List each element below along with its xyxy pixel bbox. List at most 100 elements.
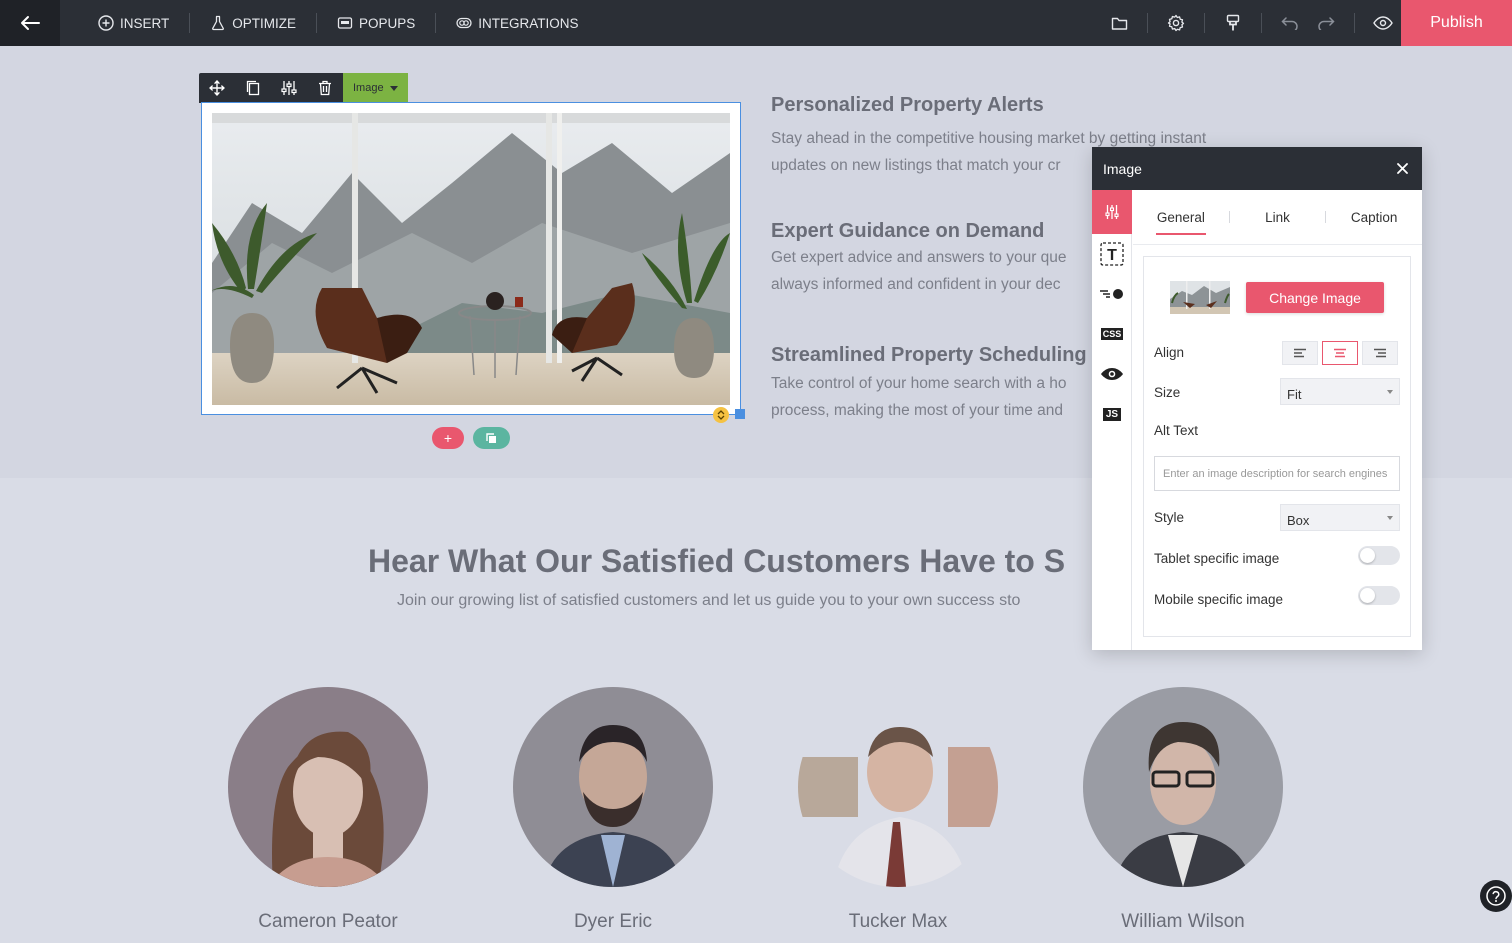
popups-button[interactable]: POPUPS: [317, 13, 437, 33]
add-element-button[interactable]: +: [432, 427, 464, 449]
side-animation[interactable]: [1092, 274, 1132, 314]
style-value: Box: [1287, 513, 1310, 528]
copy-icon: [246, 80, 260, 96]
feature-text-line: always informed and confident in your de…: [771, 276, 1061, 293]
size-select[interactable]: Fit: [1280, 378, 1400, 405]
tab-caption[interactable]: Caption: [1326, 190, 1422, 245]
panel-title: Image: [1103, 160, 1142, 177]
mobile-image-toggle[interactable]: [1358, 586, 1400, 605]
side-settings[interactable]: [1092, 190, 1132, 234]
align-right-button[interactable]: [1362, 341, 1398, 365]
side-visibility[interactable]: [1092, 354, 1132, 394]
integrations-icon: [456, 17, 472, 29]
optimize-button[interactable]: OPTIMIZE: [190, 13, 318, 33]
plus-circle-icon: [98, 15, 114, 31]
animation-icon: [1100, 289, 1123, 299]
undo-button[interactable]: [1272, 0, 1308, 46]
align-label: Align: [1154, 345, 1185, 360]
feature-title: Streamlined Property Scheduling: [771, 344, 1087, 366]
side-js[interactable]: JS: [1092, 394, 1132, 434]
height-resize-handle[interactable]: [713, 407, 729, 423]
style-select[interactable]: Box: [1280, 504, 1400, 531]
folder-icon: [1111, 17, 1127, 30]
copy-button[interactable]: [235, 73, 271, 103]
publish-button[interactable]: Publish: [1401, 0, 1512, 46]
js-icon: JS: [1102, 407, 1122, 421]
align-left-icon: [1294, 348, 1306, 358]
caret-down-icon: [1387, 516, 1393, 520]
redo-button[interactable]: [1308, 0, 1344, 46]
customer-name: Tucker Max: [848, 911, 948, 932]
delete-button[interactable]: [307, 73, 343, 103]
eye-icon: [1101, 368, 1123, 380]
room-photo: [212, 113, 730, 405]
topbar-nav: INSERT OPTIMIZE POPUPS INTEGRATIONS: [60, 0, 599, 46]
tab-link[interactable]: Link: [1230, 190, 1326, 245]
align-right-icon: [1374, 348, 1386, 358]
eye-icon: [1373, 16, 1393, 30]
insert-button[interactable]: INSERT: [78, 13, 191, 33]
insert-label: INSERT: [120, 15, 170, 31]
align-center-button[interactable]: [1322, 341, 1358, 365]
feature-title: Expert Guidance on Demand: [771, 220, 1045, 242]
move-button[interactable]: [199, 73, 235, 103]
sliders-icon: [1105, 205, 1119, 219]
image-thumbnail: [1170, 281, 1230, 314]
size-label: Size: [1154, 385, 1181, 400]
element-toolbar: Image: [199, 73, 408, 103]
close-icon: [1396, 163, 1408, 174]
avatar-william-wilson: [1083, 687, 1283, 887]
tablet-image-toggle[interactable]: [1358, 546, 1400, 565]
settings-button[interactable]: [1158, 0, 1194, 46]
redo-icon: [1318, 17, 1335, 30]
align-left-button[interactable]: [1282, 341, 1318, 365]
align-center-icon: [1334, 348, 1346, 358]
integrations-button[interactable]: INTEGRATIONS: [436, 13, 598, 33]
feature-text-line: Get expert advice and answers to your qu…: [771, 249, 1067, 266]
style-label: Style: [1154, 510, 1185, 525]
folder-button[interactable]: [1101, 0, 1137, 46]
general-settings: Change Image Align Size Fit Alt Text Sty…: [1143, 256, 1411, 637]
trash-icon: [319, 80, 331, 96]
preview-button[interactable]: [1365, 0, 1401, 46]
popups-label: POPUPS: [359, 15, 416, 31]
customer-name: William Wilson: [1121, 911, 1245, 932]
duplicate-element-button[interactable]: [473, 427, 510, 449]
avatar-dyer-eric: [513, 687, 713, 887]
popup-icon: [337, 17, 353, 29]
element-type-dropdown[interactable]: Image: [343, 73, 408, 103]
align-buttons: [1282, 341, 1398, 365]
testimonials-title: Hear What Our Satisfied Customers Have t…: [368, 543, 1066, 579]
editor-topbar: INSERT OPTIMIZE POPUPS INTEGRATIONS Publ…: [0, 0, 1512, 46]
selected-image-element[interactable]: [201, 102, 741, 415]
side-css[interactable]: CSS: [1092, 314, 1132, 354]
panel-tabs: General Link Caption: [1133, 190, 1422, 245]
gear-icon: [1167, 14, 1185, 32]
alt-text-input[interactable]: [1154, 456, 1400, 491]
panel-sidebar: T CSS JS: [1092, 190, 1132, 650]
feature-title: Personalized Property Alerts: [771, 94, 1044, 116]
back-button[interactable]: [0, 0, 60, 46]
integrations-label: INTEGRATIONS: [478, 15, 579, 31]
settings-sliders-icon: [281, 81, 297, 95]
side-typography[interactable]: T: [1092, 234, 1132, 274]
alt-text-label: Alt Text: [1154, 423, 1199, 438]
topbar-tools: [1101, 0, 1401, 46]
corner-resize-handle[interactable]: [735, 409, 745, 419]
customer-name: Dyer Eric: [573, 911, 653, 932]
feature-guidance: Expert Guidance on Demand Get expert adv…: [771, 220, 1067, 298]
size-value: Fit: [1287, 387, 1302, 402]
avatar-cameron-peator: [228, 687, 428, 887]
undo-icon: [1281, 17, 1298, 30]
plus-icon: +: [443, 430, 453, 446]
element-settings-button[interactable]: [271, 73, 307, 103]
tab-general[interactable]: General: [1133, 190, 1229, 245]
caret-down-icon: [389, 85, 398, 91]
style-brush-button[interactable]: [1215, 0, 1251, 46]
move-icon: [209, 80, 225, 96]
testimonials-subtitle: Join our growing list of satisfied custo…: [397, 592, 1021, 609]
help-button[interactable]: [1480, 880, 1512, 912]
tablet-image-label: Tablet specific image: [1154, 551, 1280, 566]
change-image-button[interactable]: Change Image: [1246, 282, 1384, 313]
close-button[interactable]: [1394, 161, 1410, 177]
